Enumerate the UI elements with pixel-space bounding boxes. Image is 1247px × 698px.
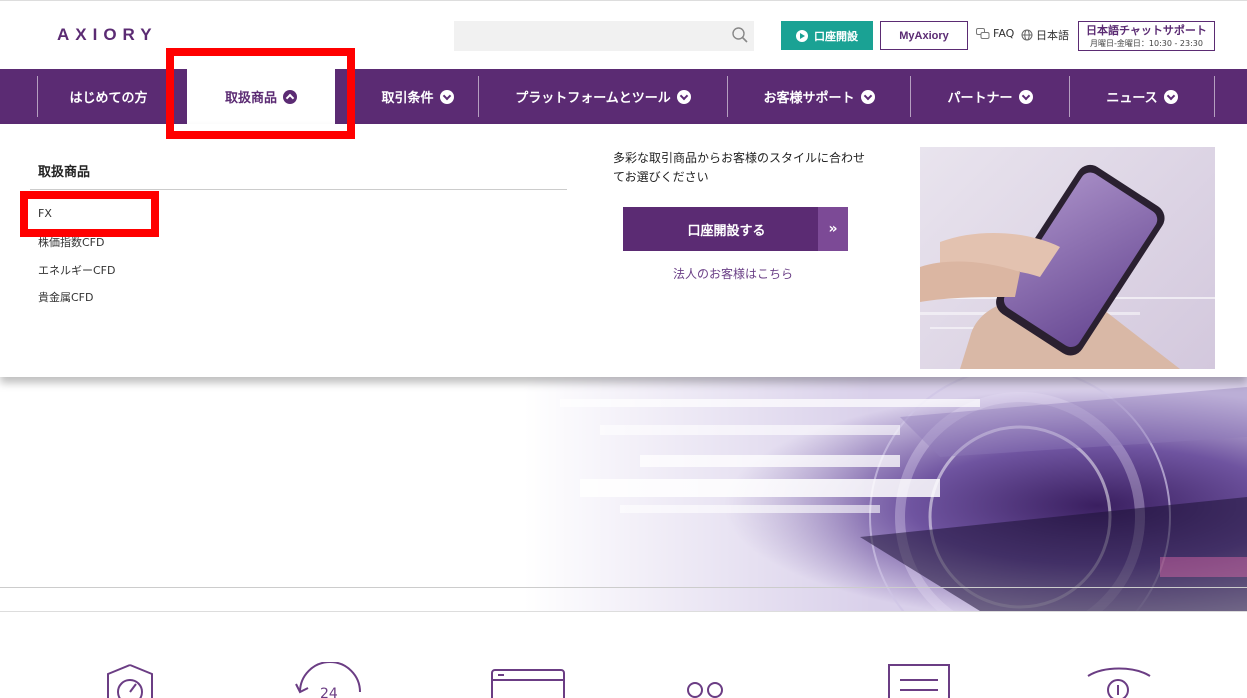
dropdown-link-index-cfd[interactable]: 株価指数CFD — [38, 234, 104, 250]
24-hour-icon: 24 — [295, 662, 361, 698]
language-label: 日本語 — [1036, 29, 1069, 42]
corporate-link[interactable]: 法人のお客様はこちら — [673, 265, 793, 282]
nav-item-products[interactable]: 取扱商品 — [179, 69, 343, 124]
chat-bubbles-icon — [976, 27, 990, 39]
faq-label: FAQ — [993, 27, 1015, 40]
open-account-label: 口座開設 — [814, 29, 858, 43]
nav-item-label: お客様サポート — [763, 91, 855, 106]
axiory-logo[interactable]: AXIORY — [57, 25, 158, 45]
divider — [0, 587, 1247, 588]
products-dropdown: 取扱商品 FX 株価指数CFD エネルギーCFD 貴金属CFD 多彩な取引商品か… — [0, 124, 1247, 377]
faq-link[interactable]: FAQ — [976, 27, 1014, 40]
nav-item-trading-conditions[interactable]: 取引条件 — [357, 69, 478, 124]
site-header: AXIORY 口座開設 MyAxiory FAQ 日本語 日本語チャットサポート… — [0, 0, 1247, 69]
globe-icon — [1021, 29, 1033, 41]
chevron-down-icon — [439, 89, 454, 104]
shield-icon — [107, 664, 153, 698]
svg-text:24: 24 — [320, 686, 338, 698]
nav-item-news[interactable]: ニュース — [1070, 69, 1214, 124]
chat-support-button[interactable]: 日本語チャットサポート 月曜日-金曜日：10:30 - 23:30 — [1078, 21, 1215, 51]
search-icon[interactable] — [731, 26, 749, 44]
open-account-promo-button[interactable]: 口座開設する » — [623, 207, 848, 251]
chevron-down-icon — [1018, 89, 1033, 104]
nav-item-beginners[interactable]: はじめての方 — [38, 69, 179, 124]
nav-separator — [1214, 76, 1215, 117]
dropdown-link-metals-cfd[interactable]: 貴金属CFD — [38, 289, 93, 305]
nav-item-label: プラットフォームとツール — [515, 91, 671, 106]
smartphone-hands-image — [920, 147, 1215, 369]
people-icon — [687, 682, 723, 698]
nav-item-label: 取扱商品 — [224, 91, 277, 106]
double-chevron-right-icon: » — [818, 207, 848, 251]
chevron-up-icon — [283, 89, 297, 104]
hand-coin-icon — [1087, 667, 1151, 698]
search-input[interactable] — [454, 21, 754, 51]
promo-button-label: 口座開設する — [687, 223, 766, 239]
nav-item-label: はじめての方 — [69, 91, 148, 106]
promo-text: 多彩な取引商品からお客様のスタイルに合わせてお選びください — [613, 151, 866, 184]
dropdown-link-energy-cfd[interactable]: エネルギーCFD — [38, 262, 115, 278]
nav-item-partners[interactable]: パートナー — [911, 69, 1069, 124]
chevron-down-icon — [1163, 89, 1178, 104]
dropdown-title: 取扱商品 — [38, 165, 91, 180]
play-icon — [796, 29, 808, 42]
dropdown-link-fx[interactable]: FX — [38, 207, 52, 220]
browser-window-icon — [491, 669, 565, 698]
nav-item-customer-support[interactable]: お客様サポート — [728, 69, 910, 124]
nav-item-label: パートナー — [947, 91, 1013, 106]
divider — [0, 611, 1247, 612]
nav-item-platforms-tools[interactable]: プラットフォームとツール — [479, 69, 727, 124]
language-selector[interactable]: 日本語 — [1021, 27, 1069, 43]
open-account-button[interactable]: 口座開設 — [781, 21, 873, 50]
document-icon — [888, 664, 950, 698]
hero-banner-image — [0, 377, 1247, 611]
chat-support-title: 日本語チャットサポート — [1086, 24, 1207, 37]
myaxiory-button[interactable]: MyAxiory — [880, 21, 968, 50]
chevron-down-icon — [860, 89, 875, 104]
divider — [30, 189, 567, 190]
chevron-down-icon — [676, 89, 691, 104]
nav-item-label: 取引条件 — [381, 91, 434, 106]
nav-item-label: ニュース — [1106, 91, 1158, 106]
chat-support-hours: 月曜日-金曜日：10:30 - 23:30 — [1090, 39, 1203, 48]
